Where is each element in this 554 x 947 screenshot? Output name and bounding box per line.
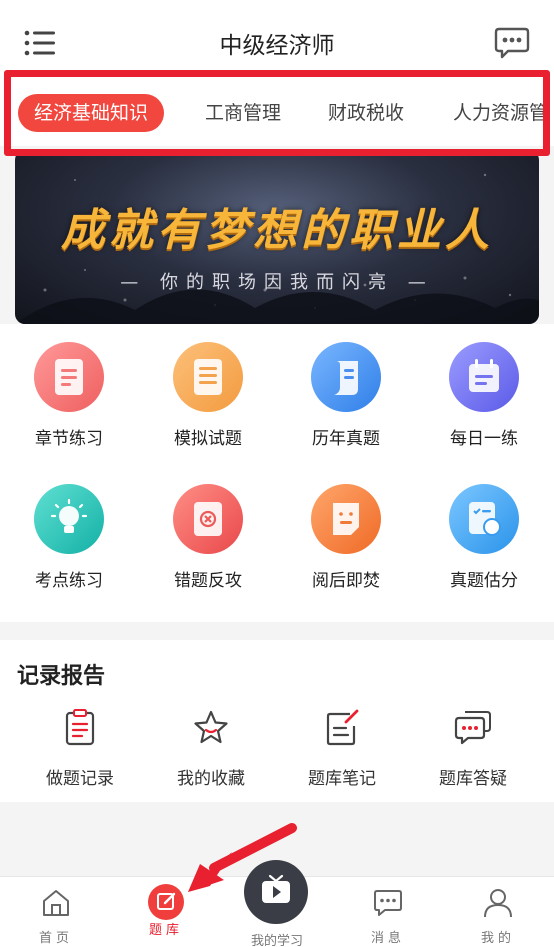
record-item-practice-history[interactable]: 做题记录: [20, 708, 140, 789]
record-item-favorites[interactable]: 我的收藏: [151, 708, 271, 789]
top-header: 中级经济师: [0, 0, 554, 84]
sticky-note-icon: [311, 484, 381, 554]
calendar-icon: [449, 342, 519, 412]
page-title: 中级经济师: [219, 33, 335, 59]
app-page: 中级经济师 经济基础知识 工商管理 财政税收 人力资源管 成就有梦想的职业人 —…: [0, 0, 554, 947]
tab-business-management[interactable]: 工商管理: [205, 94, 281, 132]
record-item-notes[interactable]: 题库笔记: [282, 708, 402, 789]
nav-home[interactable]: 首页: [16, 887, 96, 946]
scroll-icon: [311, 342, 381, 412]
annotation-arrow: [188, 823, 297, 892]
nav-me[interactable]: 我的: [458, 887, 538, 946]
grid-label: 考点练习: [35, 571, 103, 591]
chat-icon[interactable]: [494, 26, 530, 60]
question-bank-active-icon[interactable]: [148, 884, 184, 920]
my-study-label: 我的学习: [250, 934, 303, 947]
grid-item-burn-after-reading[interactable]: 阅后即焚: [286, 484, 406, 591]
grid-label: 章节练习: [35, 429, 103, 449]
record-label: 题库笔记: [308, 769, 376, 789]
grid-label: 错题反攻: [174, 571, 242, 591]
grid-label: 历年真题: [312, 429, 380, 449]
nav-messages[interactable]: 消息: [348, 887, 428, 946]
record-label: 我的收藏: [177, 769, 245, 789]
promo-banner[interactable]: 成就有梦想的职业人 — 你的职场因我而闪亮 —: [15, 150, 539, 324]
grid-item-chapter-practice[interactable]: 章节练习: [9, 342, 129, 449]
user-icon: [484, 889, 512, 918]
tab-human-resources[interactable]: 人力资源管: [453, 94, 548, 132]
grid-item-mock-exam[interactable]: 模拟试题: [148, 342, 268, 449]
grid-item-past-papers[interactable]: 历年真题: [286, 342, 406, 449]
grid-item-wrong-questions[interactable]: 错题反攻: [148, 484, 268, 591]
grid-label: 阅后即焚: [312, 571, 380, 591]
record-label: 做题记录: [46, 769, 114, 789]
star-icon: [194, 710, 228, 744]
nav-label: 首页: [38, 931, 73, 946]
tab-finance-tax[interactable]: 财政税收: [328, 94, 404, 132]
lightbulb-icon: [34, 484, 104, 554]
grid-item-score-estimate[interactable]: 真题估分: [424, 484, 544, 591]
record-item-qa[interactable]: 题库答疑: [413, 708, 533, 789]
edit-icon: [157, 892, 176, 910]
nav-label: 题库: [148, 923, 183, 938]
note-edit-icon: [326, 709, 359, 746]
document-icon: [34, 342, 104, 412]
home-icon: [43, 890, 69, 916]
message-icon: [374, 890, 402, 916]
nav-question-bank[interactable]: 题库: [126, 919, 206, 938]
tab-economic-basics[interactable]: 经济基础知识: [18, 94, 165, 132]
record-label: 题库答疑: [439, 769, 507, 789]
qa-chat-icon: [454, 711, 491, 745]
record-report-section: 记录报告 做题记录 我的收藏 题库笔记 题库答疑: [0, 640, 554, 802]
section-title: 记录报告: [17, 664, 106, 689]
banner-subtitle: — 你的职场因我而闪亮 —: [120, 272, 434, 293]
grid-label: 模拟试题: [174, 429, 242, 449]
clipboard-icon: [65, 709, 95, 746]
nav-label: 消息: [370, 931, 405, 946]
grid-item-key-points[interactable]: 考点练习: [9, 484, 129, 591]
list-doc-icon: [173, 342, 243, 412]
grid-item-daily-practice[interactable]: 每日一练: [424, 342, 544, 449]
banner-title: 成就有梦想的职业人: [61, 205, 493, 256]
grid-label: 每日一练: [450, 429, 518, 449]
nav-label: 我的: [480, 931, 515, 946]
error-book-icon: [173, 484, 243, 554]
checklist-icon: [449, 484, 519, 554]
feature-grid: 章节练习 模拟试题 历年真题 每日一练 考点练习 错题反攻 阅后即焚 真题估分: [0, 324, 554, 622]
subject-tabs: 经济基础知识 工商管理 财政税收 人力资源管: [0, 84, 554, 146]
grid-label: 真题估分: [450, 571, 518, 591]
